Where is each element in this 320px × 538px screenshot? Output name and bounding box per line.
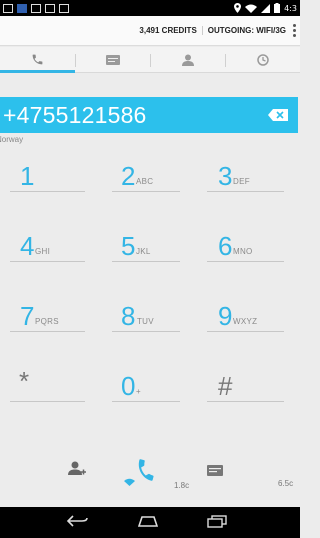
key-4[interactable]: 4 GHI xyxy=(10,222,85,262)
key-divider xyxy=(207,261,284,262)
key-3[interactable]: 3 DEF xyxy=(207,152,284,192)
sms-button[interactable] xyxy=(207,465,223,476)
wifi-call-button[interactable] xyxy=(124,458,160,488)
wifi-icon xyxy=(245,4,258,13)
key-8[interactable]: 8 TUV xyxy=(112,292,180,332)
image-icon xyxy=(45,3,55,13)
key-digit: 0 xyxy=(121,371,136,401)
key-letters: MNO xyxy=(233,247,253,256)
key-letters: WXYZ xyxy=(233,317,258,326)
phone-icon xyxy=(32,54,43,65)
gmail-icon xyxy=(3,3,13,13)
key-6[interactable]: 6 MNO xyxy=(207,222,284,262)
key-letters: + xyxy=(136,387,141,396)
key-9[interactable]: 9 WXYZ xyxy=(207,292,284,332)
key-2[interactable]: 2 ABC xyxy=(112,152,180,192)
tab-dialer[interactable] xyxy=(0,47,75,73)
status-time: 4:3 xyxy=(284,3,297,13)
image-icon xyxy=(31,3,41,13)
back-icon[interactable] xyxy=(66,515,88,527)
sms-cost: 6.5c xyxy=(278,479,294,488)
location-icon xyxy=(234,3,242,13)
tab-history[interactable] xyxy=(225,47,300,72)
key-letters: ABC xyxy=(136,177,154,186)
country-name: Norway xyxy=(0,135,24,144)
message-icon xyxy=(105,54,120,65)
recent-apps-icon[interactable] xyxy=(207,515,227,528)
key-1[interactable]: 1 xyxy=(10,152,85,192)
battery-icon xyxy=(274,3,281,13)
key-digit: 6 xyxy=(218,231,233,261)
key-divider xyxy=(10,261,85,262)
key-7[interactable]: 7 PQRS xyxy=(10,292,85,332)
key-digit: 8 xyxy=(121,301,136,331)
call-cost: 1.8c xyxy=(174,481,190,490)
contacts-icon xyxy=(181,54,194,66)
key-star[interactable]: * xyxy=(10,362,85,402)
main-tabs xyxy=(0,47,300,73)
key-divider xyxy=(112,191,180,192)
key-0[interactable]: 0 + xyxy=(112,362,180,402)
key-letters: JKL xyxy=(136,247,151,256)
key-divider xyxy=(10,331,85,332)
key-digit: * xyxy=(19,366,30,396)
key-letters: GHI xyxy=(35,247,51,256)
tab-contacts[interactable] xyxy=(150,47,225,72)
key-digit: 3 xyxy=(218,161,233,191)
home-icon[interactable] xyxy=(138,516,158,527)
phone-icon xyxy=(138,459,154,481)
key-divider xyxy=(207,331,284,332)
key-divider xyxy=(10,401,85,402)
key-digit: 2 xyxy=(121,161,136,191)
key-divider xyxy=(112,331,180,332)
dialed-number[interactable]: +4755121586 xyxy=(3,102,147,129)
key-divider xyxy=(10,191,85,192)
key-divider xyxy=(112,261,180,262)
tab-messages[interactable] xyxy=(75,47,150,72)
bag-icon xyxy=(59,3,69,13)
system-nav-bar xyxy=(0,507,300,538)
dialed-number-bar: +4755121586 xyxy=(0,97,298,133)
call-actions: 1.8c 6.5c xyxy=(0,455,300,495)
key-digit: 4 xyxy=(20,231,35,261)
credits-label[interactable]: 3,491 CREDITS xyxy=(139,26,196,35)
country-label: Norway xyxy=(0,135,27,144)
overflow-menu-icon[interactable] xyxy=(292,24,296,37)
signal-icon xyxy=(261,3,271,13)
key-divider xyxy=(207,191,284,192)
history-icon xyxy=(256,53,269,66)
add-contact-button[interactable] xyxy=(68,461,86,477)
wifi-icon xyxy=(124,478,135,486)
key-5[interactable]: 5 JKL xyxy=(112,222,180,262)
key-digit: 1 xyxy=(20,161,35,191)
app-icon xyxy=(17,3,27,13)
key-letters: TUV xyxy=(137,317,154,326)
key-digit: 9 xyxy=(218,301,233,331)
outgoing-mode-label[interactable]: OUTGOING: WIFI/3G xyxy=(201,26,286,35)
key-letters: PQRS xyxy=(35,317,59,326)
key-divider xyxy=(207,401,284,402)
status-bar: 4:3 xyxy=(0,0,300,16)
key-digit: # xyxy=(218,371,233,401)
key-digit: 7 xyxy=(20,301,35,331)
key-letters: DEF xyxy=(233,177,250,186)
key-pound[interactable]: # xyxy=(207,362,284,402)
credits-header: 3,491 CREDITS OUTGOING: WIFI/3G xyxy=(0,16,300,46)
backspace-icon[interactable] xyxy=(268,109,288,121)
key-divider xyxy=(112,401,180,402)
key-digit: 5 xyxy=(121,231,136,261)
